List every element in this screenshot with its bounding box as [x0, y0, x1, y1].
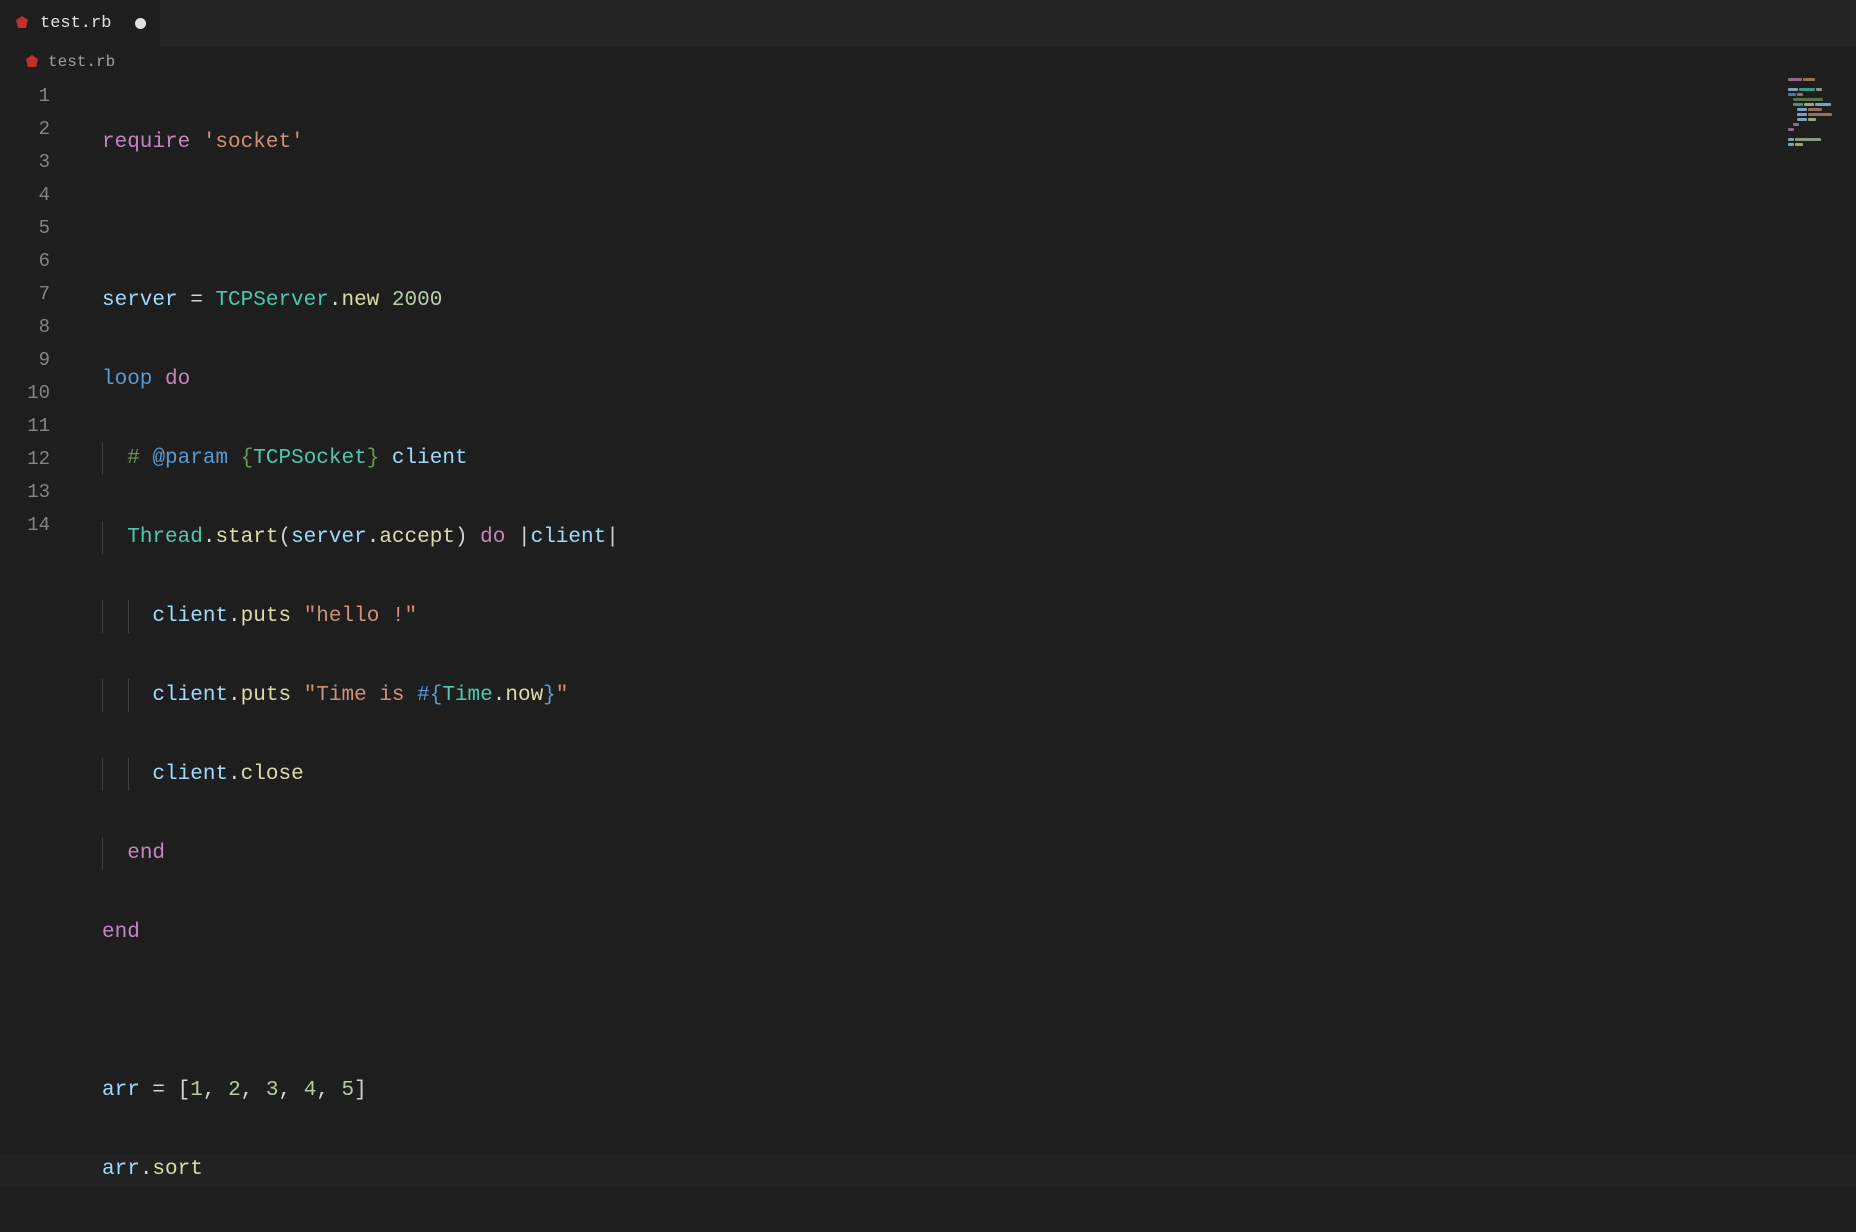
- code-line: client.puts "hello !": [80, 600, 1856, 633]
- code-line: end: [80, 916, 1856, 949]
- tab-filename: test.rb: [40, 14, 111, 33]
- unsaved-dot-icon[interactable]: [135, 18, 146, 29]
- code-line: client.close: [80, 758, 1856, 791]
- ruby-file-icon: [24, 54, 40, 70]
- tab-test-rb[interactable]: test.rb: [0, 0, 160, 46]
- code-line: arr.sort: [80, 1153, 1856, 1186]
- minimap[interactable]: [1788, 78, 1852, 148]
- code-line: require 'socket': [80, 126, 1856, 159]
- code-line: client.puts "Time is #{Time.now}": [80, 679, 1856, 712]
- code-area[interactable]: require 'socket' server = TCPServer.new …: [80, 78, 1856, 1232]
- code-line: Thread.start(server.accept) do |client|: [80, 521, 1856, 554]
- ruby-file-icon: [14, 15, 30, 31]
- code-line: end: [80, 837, 1856, 870]
- code-line: [80, 205, 1856, 238]
- code-line: server = TCPServer.new 2000: [80, 284, 1856, 317]
- code-line: arr = [1, 2, 3, 4, 5]: [80, 1074, 1856, 1107]
- code-line: # @param {TCPSocket} client: [80, 442, 1856, 475]
- editor[interactable]: 1 2 3 4 5 6 7 8 9 10 11 12 13 14 require…: [0, 78, 1856, 1232]
- tab-bar: test.rb: [0, 0, 1856, 46]
- code-line: loop do: [80, 363, 1856, 396]
- breadcrumb[interactable]: test.rb: [0, 46, 1856, 78]
- line-number-gutter: 1 2 3 4 5 6 7 8 9 10 11 12 13 14: [0, 78, 80, 1232]
- current-line-highlight: [0, 1153, 1856, 1186]
- breadcrumb-filename: test.rb: [48, 53, 115, 71]
- code-line: [80, 995, 1856, 1028]
